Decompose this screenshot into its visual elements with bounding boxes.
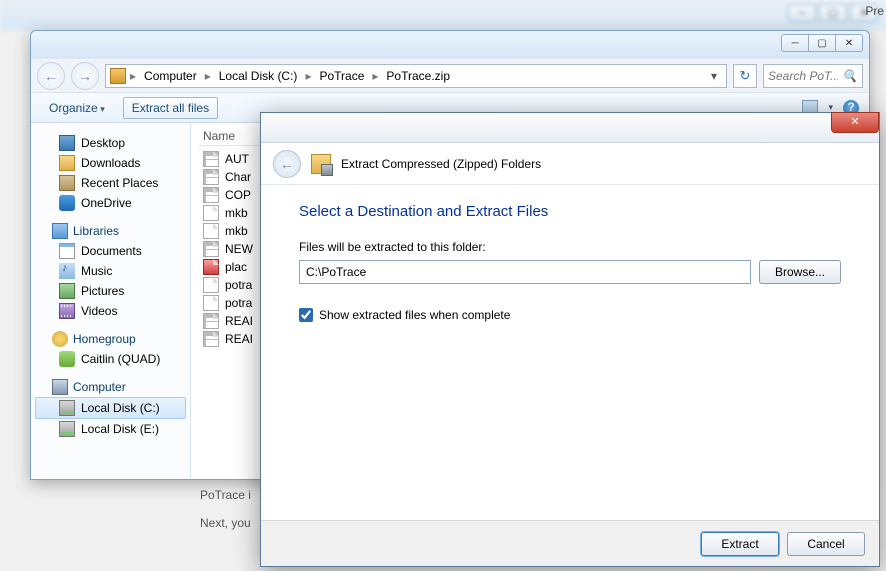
disk-icon bbox=[59, 400, 75, 416]
wizard-close-button[interactable]: ✕ bbox=[831, 112, 879, 133]
minimize-button[interactable]: ─ bbox=[781, 34, 809, 52]
cancel-button[interactable]: Cancel bbox=[787, 532, 865, 556]
chevron-right-icon[interactable]: ▸ bbox=[372, 69, 378, 83]
onedrive-icon bbox=[59, 195, 75, 211]
user-icon bbox=[59, 351, 75, 367]
sidebar-head-computer[interactable]: Computer bbox=[35, 377, 186, 397]
sidebar-item-documents[interactable]: Documents bbox=[35, 241, 186, 261]
extract-all-button[interactable]: Extract all files bbox=[123, 97, 218, 119]
search-box[interactable]: 🔍 bbox=[763, 64, 863, 88]
browse-button[interactable]: Browse... bbox=[759, 260, 841, 284]
file-icon bbox=[203, 241, 219, 257]
file-icon bbox=[203, 205, 219, 221]
extract-wizard-dialog: ✕ ← Extract Compressed (Zipped) Folders … bbox=[260, 112, 880, 567]
extract-button[interactable]: Extract bbox=[701, 532, 779, 556]
chevron-right-icon[interactable]: ▸ bbox=[205, 69, 211, 83]
background-page-text: PoTrace i Next, you bbox=[200, 488, 251, 530]
archive-icon bbox=[110, 68, 126, 84]
wizard-heading: Select a Destination and Extract Files bbox=[299, 203, 841, 220]
destination-path-input[interactable] bbox=[299, 260, 751, 284]
pdf-icon bbox=[203, 259, 219, 275]
background-window-blur: ─ ▢ ✕ bbox=[0, 0, 886, 30]
explorer-titlebar[interactable]: ─ ▢ ✕ bbox=[31, 31, 869, 59]
breadcrumb-disk-c[interactable]: Local Disk (C:) bbox=[215, 69, 302, 83]
sidebar-item-music[interactable]: Music bbox=[35, 261, 186, 281]
sidebar-item-videos[interactable]: Videos bbox=[35, 301, 186, 321]
wizard-footer: Extract Cancel bbox=[261, 520, 879, 566]
file-icon bbox=[203, 313, 219, 329]
file-icon bbox=[203, 295, 219, 311]
file-icon bbox=[203, 331, 219, 347]
documents-icon bbox=[59, 243, 75, 259]
recent-icon bbox=[59, 175, 75, 191]
file-icon bbox=[203, 187, 219, 203]
downloads-icon bbox=[59, 155, 75, 171]
disk-icon bbox=[59, 421, 75, 437]
maximize-button[interactable]: ▢ bbox=[808, 34, 836, 52]
show-extracted-checkbox[interactable] bbox=[299, 308, 313, 322]
search-icon: 🔍 bbox=[842, 69, 857, 83]
breadcrumb-potrace-zip[interactable]: PoTrace.zip bbox=[382, 69, 454, 83]
wizard-back-button[interactable]: ← bbox=[273, 150, 301, 178]
music-icon bbox=[59, 263, 75, 279]
organize-button[interactable]: Organize bbox=[41, 98, 113, 118]
refresh-button[interactable]: ↻ bbox=[733, 64, 757, 88]
computer-icon bbox=[52, 379, 68, 395]
sidebar-item-downloads[interactable]: Downloads bbox=[35, 153, 186, 173]
bg-maximize-button: ▢ bbox=[819, 4, 847, 22]
videos-icon bbox=[59, 303, 75, 319]
sidebar-item-desktop[interactable]: Desktop bbox=[35, 133, 186, 153]
wizard-titlebar[interactable]: ✕ bbox=[261, 113, 879, 143]
wizard-header: ← Extract Compressed (Zipped) Folders bbox=[261, 143, 879, 185]
file-icon bbox=[203, 169, 219, 185]
navigation-pane: Desktop Downloads Recent Places OneDrive… bbox=[31, 123, 191, 479]
sidebar-item-pictures[interactable]: Pictures bbox=[35, 281, 186, 301]
bg-minimize-button: ─ bbox=[788, 4, 816, 22]
sidebar-head-libraries[interactable]: Libraries bbox=[35, 221, 186, 241]
sidebar-item-disk-c[interactable]: Local Disk (C:) bbox=[35, 397, 186, 419]
zipped-folder-icon bbox=[311, 154, 331, 174]
destination-label: Files will be extracted to this folder: bbox=[299, 240, 841, 254]
nav-back-button[interactable]: ← bbox=[37, 62, 65, 90]
background-text-fragment: Pre bbox=[865, 4, 884, 18]
sidebar-item-disk-e[interactable]: Local Disk (E:) bbox=[35, 419, 186, 439]
close-button[interactable]: ✕ bbox=[835, 34, 863, 52]
breadcrumb-computer[interactable]: Computer bbox=[140, 69, 201, 83]
sidebar-item-recent[interactable]: Recent Places bbox=[35, 173, 186, 193]
homegroup-icon bbox=[52, 331, 68, 347]
wizard-title: Extract Compressed (Zipped) Folders bbox=[341, 157, 541, 171]
explorer-navbar: ← → ▸ Computer ▸ Local Disk (C:) ▸ PoTra… bbox=[31, 59, 869, 93]
breadcrumb-potrace[interactable]: PoTrace bbox=[315, 69, 368, 83]
show-extracted-label: Show extracted files when complete bbox=[319, 308, 510, 322]
sidebar-item-homegroup-user[interactable]: Caitlin (QUAD) bbox=[35, 349, 186, 369]
address-bar[interactable]: ▸ Computer ▸ Local Disk (C:) ▸ PoTrace ▸… bbox=[105, 64, 727, 88]
chevron-right-icon[interactable]: ▸ bbox=[305, 69, 311, 83]
sidebar-head-homegroup[interactable]: Homegroup bbox=[35, 329, 186, 349]
libraries-icon bbox=[52, 223, 68, 239]
address-dropdown-icon[interactable]: ▾ bbox=[706, 69, 722, 83]
sidebar-item-onedrive[interactable]: OneDrive bbox=[35, 193, 186, 213]
file-icon bbox=[203, 151, 219, 167]
file-icon bbox=[203, 277, 219, 293]
nav-forward-button[interactable]: → bbox=[71, 62, 99, 90]
file-icon bbox=[203, 223, 219, 239]
pictures-icon bbox=[59, 283, 75, 299]
desktop-icon bbox=[59, 135, 75, 151]
chevron-right-icon[interactable]: ▸ bbox=[130, 69, 136, 83]
search-input[interactable] bbox=[768, 69, 838, 83]
show-extracted-checkbox-row[interactable]: Show extracted files when complete bbox=[299, 308, 841, 322]
